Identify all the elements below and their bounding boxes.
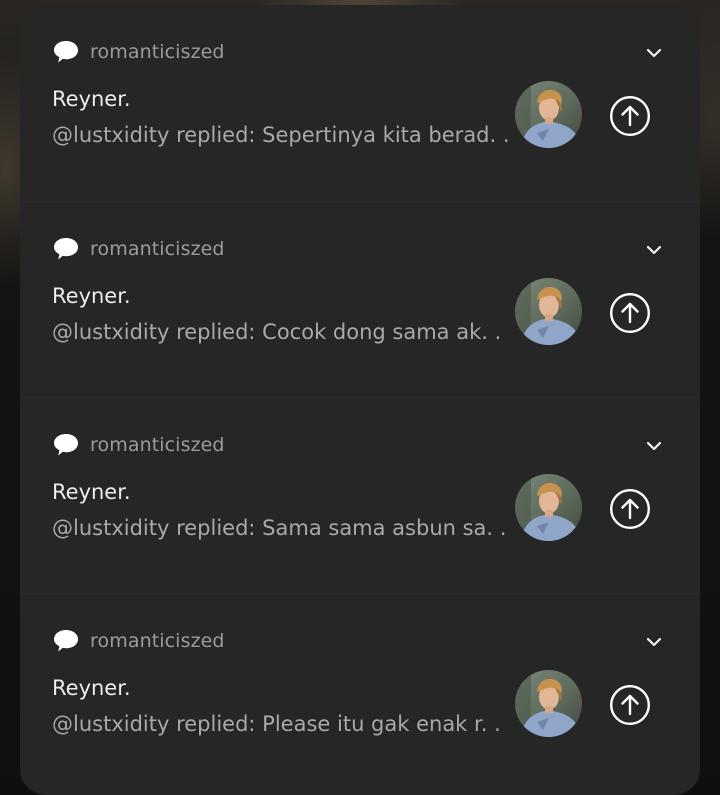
app-name: romanticiszed [90,434,225,456]
chevron-down-icon[interactable] [640,236,668,264]
notification-message: @lustxidity replied: Please itu gak enak… [52,712,501,736]
notification-card[interactable]: romanticiszed Reyner. @lustxidity replie… [20,201,700,398]
speech-bubble-icon [54,434,78,456]
avatar [515,670,582,737]
avatar [515,474,582,541]
app-name: romanticiszed [90,41,225,63]
chevron-down-icon[interactable] [640,39,668,67]
notification-message: @lustxidity replied: Sepertinya kita ber… [52,123,510,147]
notification-title: Reyner. [52,284,131,308]
reply-arrow-up-button[interactable] [609,684,651,726]
notification-title: Reyner. [52,480,131,504]
speech-bubble-icon [54,41,78,63]
reply-arrow-up-button[interactable] [609,292,651,334]
chevron-down-icon[interactable] [640,432,668,460]
speech-bubble-icon [54,238,78,260]
notification-card[interactable]: romanticiszed Reyner. @lustxidity replie… [20,5,700,201]
notification-title: Reyner. [52,87,131,111]
reply-arrow-up-button[interactable] [609,95,651,137]
notification-card[interactable]: romanticiszed Reyner. @lustxidity replie… [20,593,700,790]
app-name: romanticiszed [90,630,225,652]
avatar [515,81,582,148]
chevron-down-icon[interactable] [640,628,668,656]
speech-bubble-icon [54,630,78,652]
notification-message: @lustxidity replied: Sama sama asbun sa.… [52,516,507,540]
notification-panel: romanticiszed Reyner. @lustxidity replie… [20,5,700,795]
app-name: romanticiszed [90,238,225,260]
notification-message: @lustxidity replied: Cocok dong sama ak.… [52,320,502,344]
notification-card[interactable]: romanticiszed Reyner. @lustxidity replie… [20,397,700,594]
reply-arrow-up-button[interactable] [609,488,651,530]
avatar [515,278,582,345]
notification-title: Reyner. [52,676,131,700]
